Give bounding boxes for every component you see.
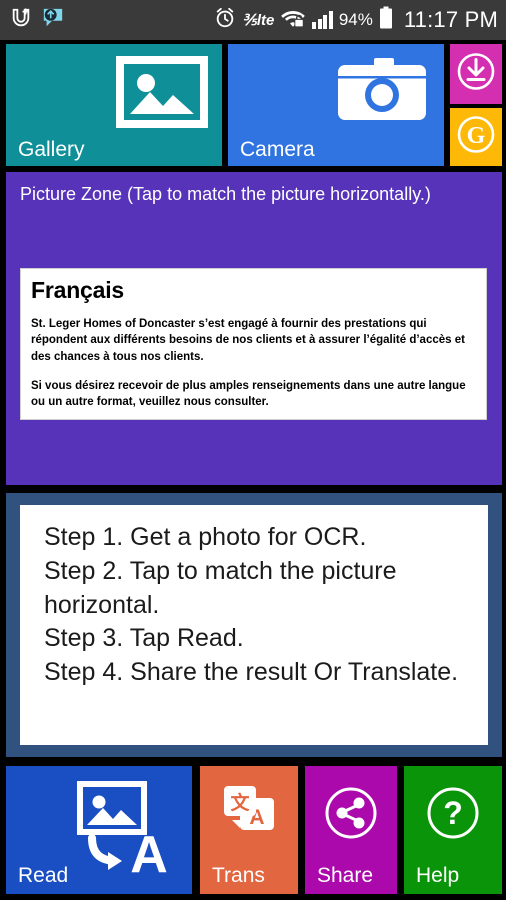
svg-text:A: A bbox=[130, 826, 168, 880]
gallery-label: Gallery bbox=[18, 138, 85, 161]
share-button[interactable]: Share bbox=[305, 766, 397, 894]
google-g-icon: G bbox=[456, 115, 496, 160]
instruction-step: Step 3. Tap Read. bbox=[44, 624, 244, 653]
scanned-document-preview[interactable]: Français St. Leger Homes of Doncaster s’… bbox=[20, 268, 487, 420]
share-icon bbox=[324, 786, 378, 845]
volte-icon: ⅗lte bbox=[242, 12, 275, 29]
document-heading: Français bbox=[31, 277, 125, 303]
bottom-action-bar: A Read A 文 Trans Share ? Help bbox=[0, 766, 506, 894]
instruction-step: Step 4. Share the result Or Translate. bbox=[44, 658, 459, 686]
translate-button[interactable]: A 文 Trans bbox=[200, 766, 298, 894]
clock-label: 11:17 PM bbox=[403, 7, 498, 32]
translate-icon: A 文 bbox=[218, 782, 280, 847]
status-bar-indicators: ⅗lte 94% 11:17 PM bbox=[214, 6, 498, 35]
app-root: ⅗lte 94% 11:17 PM Gallery Camera G Pictu… bbox=[0, 0, 506, 900]
picture-zone[interactable]: Picture Zone (Tap to match the picture h… bbox=[6, 172, 502, 485]
wifi-secured-icon bbox=[280, 8, 306, 33]
battery-icon bbox=[379, 6, 393, 35]
u-plus-icon bbox=[10, 7, 32, 34]
help-label: Help bbox=[416, 864, 460, 887]
google-button[interactable]: G bbox=[450, 108, 502, 166]
instructions-text-area[interactable]: Step 1. Get a photo for OCR. Step 2. Tap… bbox=[20, 505, 488, 745]
share-label: Share bbox=[317, 864, 374, 887]
svg-text:文: 文 bbox=[230, 791, 250, 814]
top-action-row: Gallery Camera G bbox=[0, 44, 506, 166]
download-icon bbox=[456, 52, 496, 97]
document-paragraph-2: Si vous désirez recevoir de plus amples … bbox=[31, 379, 466, 409]
camera-button[interactable]: Camera bbox=[228, 44, 444, 166]
camera-icon bbox=[334, 56, 430, 133]
read-button[interactable]: A Read bbox=[6, 766, 192, 894]
instruction-step: Step 2. Tap to match the picture horizon… bbox=[44, 556, 397, 619]
document-paragraph-1: St. Leger Homes of Doncaster s’est engag… bbox=[31, 318, 465, 363]
download-button[interactable] bbox=[450, 44, 502, 104]
gallery-button[interactable]: Gallery bbox=[6, 44, 222, 166]
alarm-clock-icon bbox=[214, 7, 236, 34]
picture-zone-title: Picture Zone (Tap to match the picture h… bbox=[20, 184, 431, 204]
read-label: Read bbox=[18, 864, 69, 887]
instruction-step: Step 1. Get a photo for OCR. bbox=[44, 523, 367, 551]
status-bar: ⅗lte 94% 11:17 PM bbox=[0, 0, 506, 40]
svg-text:?: ? bbox=[443, 795, 463, 831]
image-icon bbox=[116, 56, 208, 133]
instructions-panel: Step 1. Get a photo for OCR. Step 2. Tap… bbox=[6, 493, 502, 757]
speech-bubble-upload-icon bbox=[41, 7, 65, 34]
translate-label: Trans bbox=[212, 864, 265, 887]
question-mark-icon: ? bbox=[426, 786, 480, 845]
signal-bars-icon bbox=[312, 11, 333, 29]
help-button[interactable]: ? Help bbox=[404, 766, 502, 894]
image-to-text-icon: A bbox=[72, 780, 176, 885]
status-bar-notifications bbox=[10, 7, 65, 34]
svg-text:G: G bbox=[467, 123, 486, 149]
camera-label: Camera bbox=[240, 138, 315, 161]
battery-percent-label: 94% bbox=[338, 10, 373, 29]
